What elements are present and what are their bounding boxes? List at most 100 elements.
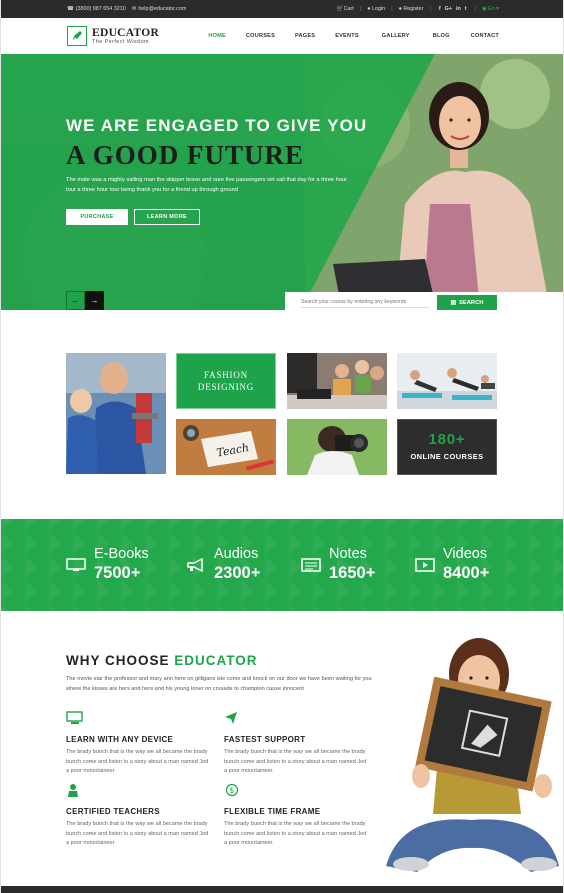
- email-address[interactable]: help@educator.com: [138, 6, 186, 12]
- feature-text: The brady bunch that is the way we all b…: [224, 821, 367, 846]
- stat-videos: Videos 8400+: [415, 546, 489, 584]
- video-icon: [415, 558, 435, 572]
- online-courses-count: 180+: [428, 431, 466, 448]
- language-label: En: [488, 6, 495, 12]
- header: EDUCATOR The Perfect Wisdom HOME COURSES…: [1, 18, 563, 54]
- course-tile-online-courses[interactable]: 180+ ONLINE COURSES: [397, 419, 497, 475]
- stat-videos-label: Videos: [443, 546, 488, 562]
- feature-flexible-time: $ FLEXIBLE TIME FRAME The brady bunch th…: [224, 783, 369, 849]
- notes-icon: [301, 558, 321, 572]
- arrow-left-icon: ←: [71, 296, 80, 305]
- nav-pages[interactable]: PAGES: [295, 33, 315, 39]
- arrow-right-icon: →: [90, 296, 99, 305]
- search-button[interactable]: ▤ SEARCH: [437, 295, 497, 310]
- stat-videos-value: 8400+: [443, 564, 490, 582]
- photographer-photo: [287, 419, 387, 475]
- purchase-button[interactable]: PURCHASE: [66, 209, 128, 225]
- nav-gallery[interactable]: GALLERY: [382, 33, 410, 39]
- paper-plane-icon: [225, 712, 237, 724]
- students-lab-photo: [66, 353, 166, 474]
- stat-notes-label: Notes: [329, 546, 367, 562]
- phone-icon: ☎: [67, 6, 74, 12]
- feature-text: The brady bunch that is the way we all b…: [66, 749, 209, 774]
- google-plus-icon[interactable]: G+: [445, 6, 452, 12]
- search-button-label: SEARCH: [459, 299, 484, 306]
- stat-notes-value: 1650+: [329, 564, 376, 582]
- feature-text: The brady bunch that is the way we all b…: [224, 749, 367, 774]
- fashion-designing-label: FASHION DESIGNING: [197, 370, 255, 392]
- fitness-class-photo: [397, 353, 497, 409]
- nav-contact[interactable]: CONTACT: [471, 33, 499, 39]
- slider-prev-button[interactable]: ←: [66, 291, 85, 310]
- online-courses-label: ONLINE COURSES: [410, 452, 484, 461]
- megaphone-icon: [187, 558, 203, 572]
- language-selector[interactable]: ◉ En ▾: [482, 6, 499, 12]
- why-title-accent: EDUCATOR: [174, 653, 258, 668]
- search-icon: ▤: [450, 299, 456, 306]
- feature-fastest-support: FASTEST SUPPORT The brady bunch that is …: [224, 711, 369, 777]
- feature-certified-teachers: CERTIFIED TEACHERS The brady bunch that …: [66, 783, 211, 849]
- login-label: Login: [371, 6, 386, 12]
- linkedin-icon[interactable]: in: [456, 6, 461, 12]
- main-nav: HOME COURSES PAGES EVENTS GALLERY BLOG C…: [208, 33, 499, 39]
- stat-ebooks: E-Books 7500+: [66, 546, 149, 584]
- register-label: Register: [403, 6, 424, 12]
- feature-title: CERTIFIED TEACHERS: [66, 807, 160, 816]
- stat-audios: Audios 2300+: [186, 546, 260, 584]
- course-tile-fashion-designing[interactable]: FASHION DESIGNING: [176, 353, 276, 409]
- hero-heading: WE ARE ENGAGED TO GIVE YOU: [66, 116, 368, 135]
- top-bar: ☎ (3800) 987 654 3210 ✉ help@educator.co…: [1, 0, 563, 18]
- course-tile-teaching[interactable]: Teach: [176, 419, 276, 475]
- register-link[interactable]: ● Register: [399, 6, 424, 12]
- stats-band: E-Books 7500+ Audios 2300+ Notes 1650+ V…: [1, 519, 563, 611]
- course-tile-engineering[interactable]: [66, 353, 166, 474]
- student-with-slate-illustration: [386, 638, 559, 872]
- cart-icon: 🛒: [336, 6, 344, 12]
- footer-strip: [1, 886, 563, 893]
- logo-subtitle: The Perfect Wisdom: [92, 38, 150, 45]
- stat-ebooks-label: E-Books: [94, 546, 149, 562]
- phone-number: (3800) 987 654 3210: [75, 6, 126, 12]
- hero-description: The mate was a mighty sailing man the sk…: [66, 177, 348, 193]
- students-computers-photo: [287, 353, 387, 409]
- why-choose-title: WHY CHOOSE EDUCATOR: [66, 653, 258, 668]
- hero-subheading: A GOOD FUTURE: [66, 140, 305, 170]
- cart-link[interactable]: 🛒Cart: [337, 6, 354, 12]
- clock-dollar-icon: $: [225, 783, 239, 797]
- nav-events[interactable]: EVENTS: [335, 33, 359, 39]
- teacher-icon: [68, 784, 78, 797]
- slider-next-button[interactable]: →: [85, 291, 104, 310]
- login-link[interactable]: ● Login: [367, 6, 385, 12]
- email-info[interactable]: ✉ help@educator.com: [132, 6, 187, 12]
- twitter-icon[interactable]: t: [465, 6, 467, 12]
- search-input[interactable]: [301, 296, 429, 308]
- feature-any-device: LEARN WITH ANY DEVICE The brady bunch th…: [66, 711, 211, 777]
- feature-title: LEARN WITH ANY DEVICE: [66, 735, 174, 744]
- nav-courses[interactable]: COURSES: [246, 33, 275, 39]
- feature-title: FLEXIBLE TIME FRAME: [224, 807, 321, 816]
- logo[interactable]: EDUCATOR The Perfect Wisdom: [92, 26, 160, 45]
- feature-text: The brady bunch that is the way we all b…: [66, 821, 209, 846]
- page: ☎ (3800) 987 654 3210 ✉ help@educator.co…: [0, 0, 564, 893]
- hero-slider: WE ARE ENGAGED TO GIVE YOU A GOOD FUTURE…: [1, 54, 563, 310]
- teach-note-photo: Teach: [176, 419, 276, 475]
- nav-blog[interactable]: BLOG: [433, 33, 450, 39]
- logo-title: EDUCATOR: [92, 26, 160, 39]
- monitor-icon: [66, 558, 86, 571]
- learn-more-button[interactable]: LEARN MORE: [134, 209, 200, 225]
- feature-title: FASTEST SUPPORT: [224, 735, 306, 744]
- logo-pen-icon[interactable]: [67, 26, 87, 46]
- stat-notes: Notes 1650+: [301, 546, 375, 584]
- stat-audios-label: Audios: [214, 546, 259, 562]
- devices-icon: [66, 711, 83, 724]
- facebook-icon[interactable]: f: [439, 6, 441, 12]
- cart-label: Cart: [343, 6, 354, 12]
- why-intro-text: The movie star the professor and mary an…: [66, 676, 372, 692]
- course-tile-fitness[interactable]: [397, 353, 497, 409]
- why-title-plain: WHY CHOOSE: [66, 653, 175, 668]
- nav-home[interactable]: HOME: [208, 33, 226, 39]
- course-tile-photography[interactable]: [287, 419, 387, 475]
- mail-icon: ✉: [131, 6, 137, 12]
- stat-ebooks-value: 7500+: [94, 564, 141, 582]
- course-tile-computers[interactable]: [287, 353, 387, 409]
